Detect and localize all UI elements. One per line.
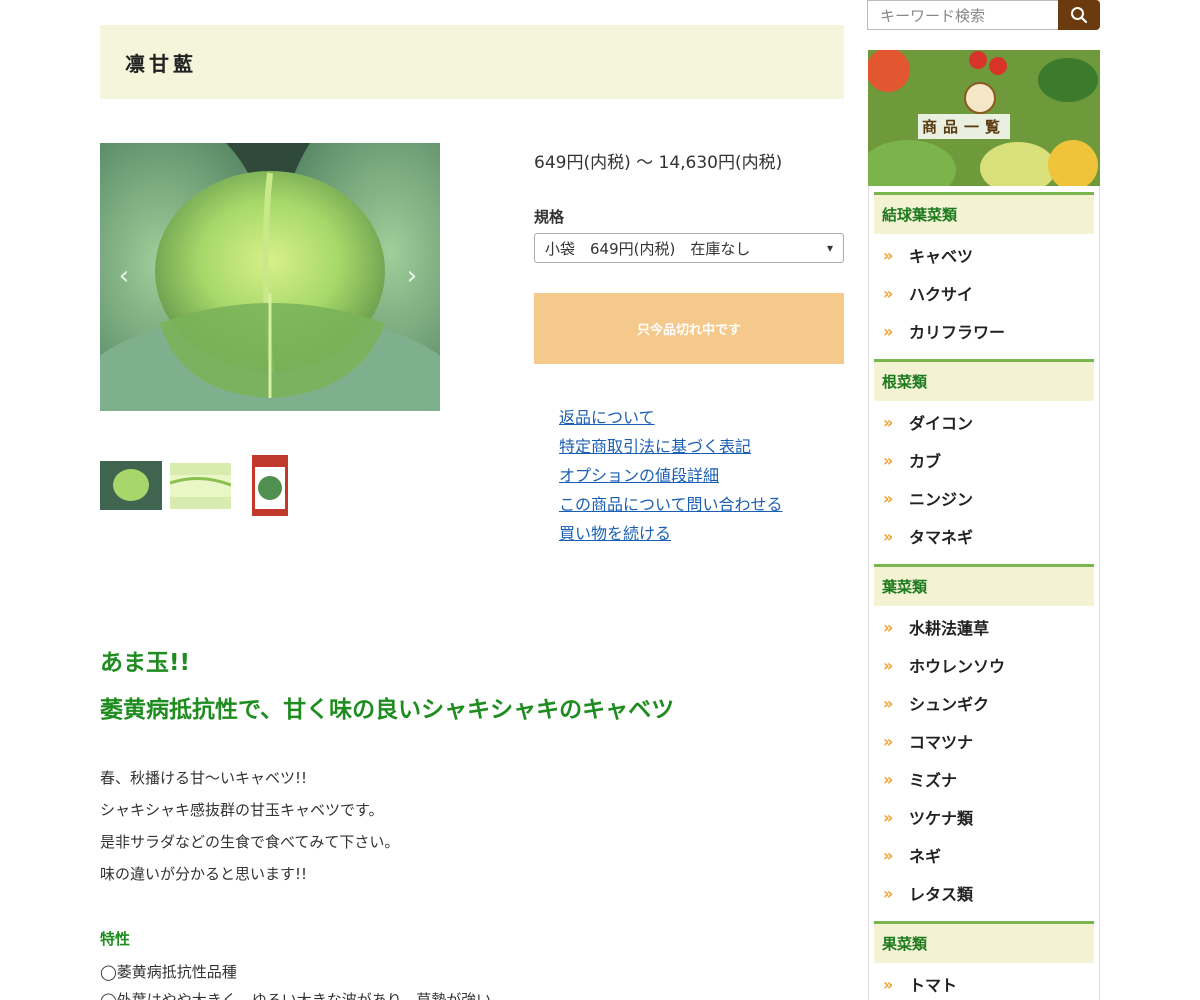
- double-chevron-right-icon: »: [883, 807, 894, 827]
- thumbnail-strip: [100, 455, 440, 519]
- link-returns[interactable]: 返品について: [559, 403, 783, 432]
- category-header: 根菜類: [874, 359, 1094, 401]
- soldout-button[interactable]: 只今品切れ中です: [534, 293, 844, 364]
- category-item[interactable]: » カブ: [869, 441, 1099, 479]
- spec-selected-value: 小袋 649円(内税) 在庫なし: [545, 239, 751, 258]
- product-title-banner: 凛甘藍: [100, 25, 844, 99]
- catch-heading-1: あま玉!!: [100, 650, 190, 676]
- category-sidebar: 結球葉菜類 » キャベツ » ハクサイ » カリフラワー 根菜類 » ダイコン » カブ …: [868, 186, 1100, 1000]
- link-continue-shopping[interactable]: 買い物を続ける: [559, 519, 783, 548]
- description-line: 是非サラダなどの生食で食べてみて下さい。: [100, 833, 400, 851]
- category-item[interactable]: » ツケナ類: [869, 798, 1099, 836]
- category-item[interactable]: » レタス類: [869, 874, 1099, 912]
- double-chevron-right-icon: »: [883, 450, 894, 470]
- product-links: 返品について 特定商取引法に基づく表記 オプションの値段詳細 この商品について問…: [559, 403, 783, 548]
- search-input[interactable]: キーワード検索: [867, 0, 1059, 30]
- double-chevron-right-icon: »: [883, 655, 894, 675]
- thumbnail-3[interactable]: [252, 455, 288, 516]
- category-header: 結球葉菜類: [874, 192, 1094, 234]
- double-chevron-right-icon: »: [883, 883, 894, 903]
- banner-label: 商品一覧: [918, 114, 1011, 139]
- product-price: 649円(内税) 〜 14,630円(内税): [534, 153, 783, 173]
- category-item[interactable]: » タマネギ: [869, 517, 1099, 555]
- product-list-banner[interactable]: 商品一覧: [868, 50, 1100, 186]
- description-line: 春、秋播ける甘〜いキャベツ!!: [100, 769, 308, 787]
- feature-list: ◯萎黄病抵抗性品種 ◯外葉はやや大きく、ゆるい大きな波があり、草勢が強い: [100, 958, 491, 1000]
- search-icon: [1071, 7, 1088, 24]
- feature-item: ◯萎黄病抵抗性品種: [100, 963, 237, 981]
- category-header: 葉菜類: [874, 564, 1094, 606]
- feature-item: ◯外葉はやや大きく、ゆるい大きな波があり、草勢が強い: [100, 991, 492, 1000]
- category-item[interactable]: » キャベツ: [869, 236, 1099, 274]
- product-title: 凛甘藍: [125, 51, 197, 76]
- feature-title: 特性: [100, 930, 131, 948]
- link-commerce-law[interactable]: 特定商取引法に基づく表記: [559, 432, 783, 461]
- catch-heading-2: 萎黄病抵抗性で、甘く味の良いシャキシャキのキャベツ: [100, 697, 675, 723]
- double-chevron-right-icon: »: [883, 488, 894, 508]
- spec-select[interactable]: 小袋 649円(内税) 在庫なし ▾: [534, 233, 844, 263]
- thumbnail-2[interactable]: [170, 463, 231, 509]
- category-item[interactable]: » ネギ: [869, 836, 1099, 874]
- category-item[interactable]: » ハクサイ: [869, 274, 1099, 312]
- chevron-down-icon: ▾: [826, 241, 833, 255]
- category-item[interactable]: » ホウレンソウ: [869, 646, 1099, 684]
- spec-label: 規格: [534, 208, 565, 226]
- double-chevron-right-icon: »: [883, 974, 894, 994]
- category-item[interactable]: » トマト: [869, 965, 1099, 1000]
- category-item[interactable]: » コマツナ: [869, 722, 1099, 760]
- double-chevron-right-icon: »: [883, 693, 894, 713]
- description: 春、秋播ける甘〜いキャベツ!! シャキシャキ感抜群の甘玉キャベツです。 是非サラ…: [100, 762, 399, 890]
- category-item[interactable]: » ニンジン: [869, 479, 1099, 517]
- double-chevron-right-icon: »: [883, 769, 894, 789]
- double-chevron-right-icon: »: [883, 526, 894, 546]
- category-item[interactable]: » ダイコン: [869, 403, 1099, 441]
- thumbnail-1[interactable]: [100, 461, 162, 510]
- product-main-image: ‹ ›: [100, 143, 440, 411]
- double-chevron-right-icon: »: [883, 321, 894, 341]
- double-chevron-right-icon: »: [883, 617, 894, 637]
- double-chevron-right-icon: »: [883, 731, 894, 751]
- description-line: シャキシャキ感抜群の甘玉キャベツです。: [100, 801, 384, 819]
- category-item[interactable]: » シュンギク: [869, 684, 1099, 722]
- link-option-price[interactable]: オプションの値段詳細: [559, 461, 783, 490]
- category-header: 果菜類: [874, 921, 1094, 963]
- search-button[interactable]: [1058, 0, 1100, 30]
- chevron-left-icon[interactable]: ‹: [114, 261, 134, 291]
- double-chevron-right-icon: »: [883, 245, 894, 265]
- category-item[interactable]: » カリフラワー: [869, 312, 1099, 350]
- category-item[interactable]: » ミズナ: [869, 760, 1099, 798]
- category-item[interactable]: » 水耕法蓮草: [869, 608, 1099, 646]
- description-line: 味の違いが分かると思います!!: [100, 865, 308, 883]
- double-chevron-right-icon: »: [883, 845, 894, 865]
- link-inquiry[interactable]: この商品について問い合わせる: [559, 490, 783, 519]
- double-chevron-right-icon: »: [883, 412, 894, 432]
- chevron-right-icon[interactable]: ›: [402, 261, 422, 291]
- double-chevron-right-icon: »: [883, 283, 894, 303]
